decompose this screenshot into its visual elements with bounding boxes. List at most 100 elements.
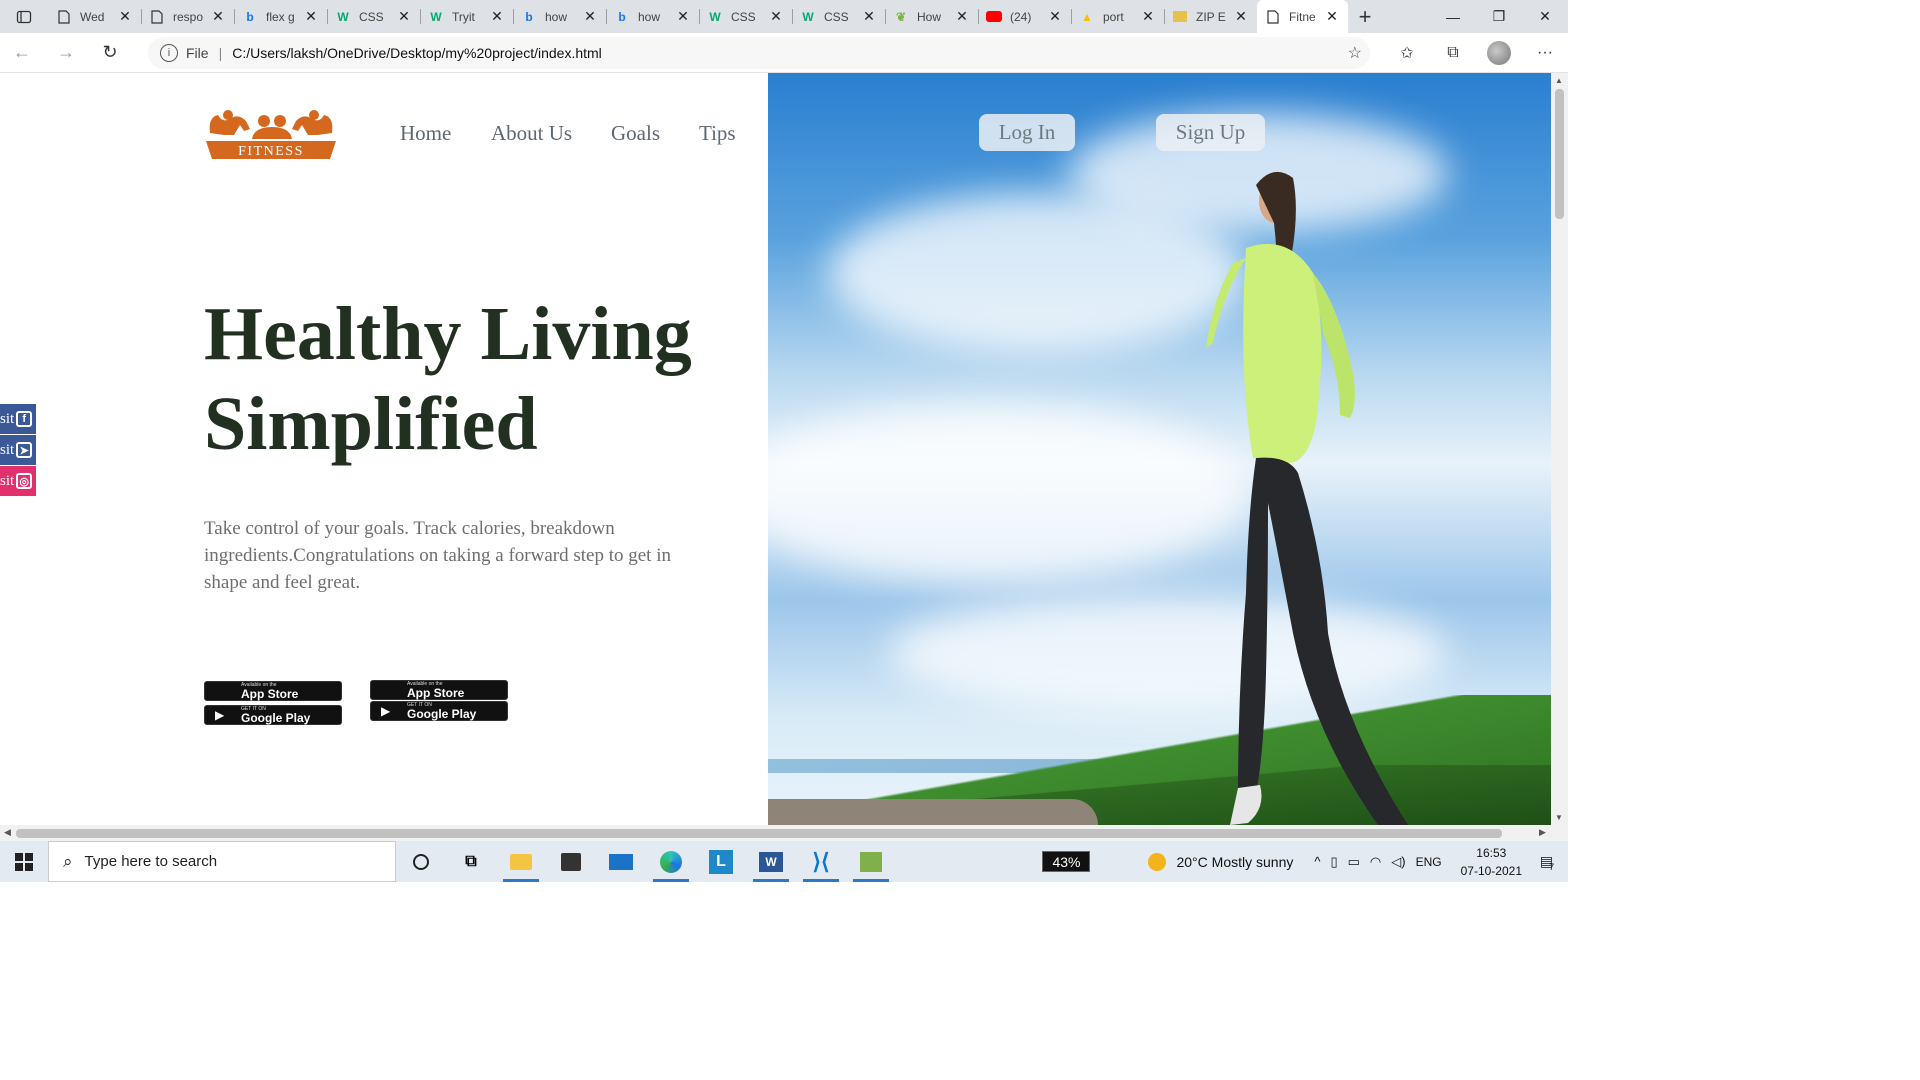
- browser-tab[interactable]: ❦ How ✕: [885, 0, 978, 33]
- scroll-up-icon[interactable]: ▲: [1555, 76, 1563, 85]
- browser-tab[interactable]: (24) ✕: [978, 0, 1071, 33]
- collections-button[interactable]: ⧉: [1430, 33, 1476, 73]
- browser-tab[interactable]: W Tryit ✕: [420, 0, 513, 33]
- notification-count: 7: [1549, 861, 1555, 872]
- social-link-facebook[interactable]: sit f: [0, 404, 36, 434]
- site-info-icon[interactable]: i: [160, 44, 178, 62]
- favorites-button[interactable]: ✩: [1384, 33, 1430, 73]
- close-tab-icon[interactable]: ✕: [1233, 8, 1249, 25]
- scroll-left-icon[interactable]: ◀: [4, 827, 11, 838]
- browser-tab[interactable]: ▲ port ✕: [1071, 0, 1164, 33]
- mail-button[interactable]: [596, 841, 646, 882]
- close-tab-icon[interactable]: ✕: [210, 8, 226, 25]
- back-button[interactable]: ←: [0, 33, 44, 73]
- scheme-label: File: [186, 45, 209, 61]
- browser-tab[interactable]: ZIP E ✕: [1164, 0, 1257, 33]
- task-view-button[interactable]: ⧉: [446, 841, 496, 882]
- app-l-icon: L: [709, 849, 733, 874]
- browser-tab[interactable]: b flex g ✕: [234, 0, 327, 33]
- scroll-right-icon[interactable]: ▶: [1539, 827, 1546, 838]
- facebook-icon: f: [16, 411, 33, 427]
- nav-home[interactable]: Home: [400, 121, 451, 146]
- store-icon: [561, 852, 581, 871]
- browser-tab[interactable]: b how ✕: [606, 0, 699, 33]
- cortana-button[interactable]: [396, 841, 446, 882]
- close-tab-icon[interactable]: ✕: [489, 8, 505, 25]
- social-link-telegram[interactable]: sit ➤: [0, 435, 36, 465]
- refresh-button[interactable]: ↻: [88, 33, 132, 73]
- new-tab-button[interactable]: +: [1348, 0, 1382, 33]
- google-play-badge[interactable]: ▶ GET IT ON Google Play: [370, 701, 508, 721]
- address-bar[interactable]: i File | C:/Users/laksh/OneDrive/Desktop…: [148, 37, 1370, 69]
- close-tab-icon[interactable]: ✕: [1047, 8, 1063, 25]
- browser-tab[interactable]: b how ✕: [513, 0, 606, 33]
- notifications-button[interactable]: ▤ 7: [1532, 847, 1562, 877]
- google-play-badge[interactable]: ▶ GET IT ON Google Play: [204, 705, 342, 725]
- horizontal-scrollbar[interactable]: ◀ ▶: [0, 825, 1551, 841]
- login-button[interactable]: Log In: [979, 114, 1075, 151]
- clock[interactable]: 16:53 07-10-2021: [1461, 844, 1522, 880]
- close-tab-icon[interactable]: ✕: [303, 8, 319, 25]
- word-button[interactable]: W: [746, 841, 796, 882]
- browser-tab[interactable]: respo ✕: [141, 0, 234, 33]
- taskbar: ⌕ Type here to search ⧉ L W ⟩⟨ 43% 20°C …: [0, 841, 1568, 882]
- taskbar-search[interactable]: ⌕ Type here to search: [48, 841, 396, 882]
- close-tab-icon[interactable]: ✕: [582, 8, 598, 25]
- close-tab-icon[interactable]: ✕: [768, 8, 784, 25]
- nav-goals[interactable]: Goals: [611, 121, 660, 146]
- close-tab-icon[interactable]: ✕: [1140, 8, 1156, 25]
- badge-store-name: Google Play: [407, 706, 477, 721]
- close-tab-icon[interactable]: ✕: [675, 8, 691, 25]
- tab-actions-button[interactable]: [0, 0, 48, 33]
- forward-button[interactable]: →: [44, 33, 88, 73]
- play-icon: ▶: [215, 708, 225, 722]
- volume-icon[interactable]: ◁): [1391, 854, 1405, 870]
- settings-menu-button[interactable]: ···: [1522, 33, 1568, 73]
- browser-tab[interactable]: Fitne ✕: [1257, 0, 1348, 33]
- fitness-logo[interactable]: FITNESS: [204, 105, 338, 161]
- nav-about-us[interactable]: About Us: [491, 121, 572, 146]
- edge-button[interactable]: [646, 841, 696, 882]
- add-favorite-icon[interactable]: ☆: [1348, 43, 1362, 63]
- sketch-app-button[interactable]: [846, 841, 896, 882]
- battery-meter[interactable]: 43%: [1042, 851, 1091, 872]
- start-button[interactable]: [0, 841, 48, 882]
- scroll-down-icon[interactable]: ▼: [1555, 813, 1563, 822]
- close-tab-icon[interactable]: ✕: [117, 8, 133, 25]
- restore-button[interactable]: ❐: [1476, 0, 1522, 33]
- close-tab-icon[interactable]: ✕: [1324, 8, 1340, 25]
- file-explorer-button[interactable]: [496, 841, 546, 882]
- tab-title: respo: [173, 9, 204, 24]
- vscode-button[interactable]: ⟩⟨: [796, 841, 846, 882]
- social-link-instagram[interactable]: sit ◎: [0, 466, 36, 496]
- battery-icon[interactable]: ▭: [1348, 854, 1360, 870]
- close-tab-icon[interactable]: ✕: [954, 8, 970, 25]
- close-window-button[interactable]: ✕: [1522, 0, 1568, 33]
- horizontal-scroll-thumb[interactable]: [16, 829, 1502, 838]
- language-indicator[interactable]: ENG: [1416, 855, 1442, 869]
- browser-tab[interactable]: W CSS ✕: [792, 0, 885, 33]
- signup-button[interactable]: Sign Up: [1156, 114, 1265, 151]
- show-hidden-icons[interactable]: ^: [1314, 854, 1320, 869]
- mail-icon: [609, 853, 633, 870]
- browser-tab[interactable]: Wed ✕: [48, 0, 141, 33]
- nav-tips[interactable]: Tips: [699, 121, 736, 146]
- weather-widget[interactable]: 20°C Mostly sunny: [1148, 852, 1293, 871]
- app-store-badge[interactable]: Available on the App Store: [370, 680, 508, 700]
- sunny-icon: [1148, 852, 1167, 871]
- wifi-icon[interactable]: ◠: [1370, 854, 1381, 870]
- close-tab-icon[interactable]: ✕: [861, 8, 877, 25]
- store-button[interactable]: [546, 841, 596, 882]
- app-l-button[interactable]: L: [696, 841, 746, 882]
- url-text[interactable]: C:/Users/laksh/OneDrive/Desktop/my%20pro…: [232, 45, 602, 61]
- vertical-scrollbar[interactable]: ▲ ▼: [1551, 73, 1568, 825]
- device-icon[interactable]: ▯: [1330, 854, 1337, 870]
- app-store-badge[interactable]: Available on the App Store: [204, 681, 342, 701]
- minimize-button[interactable]: —: [1430, 0, 1476, 33]
- profile-avatar[interactable]: [1487, 41, 1511, 65]
- badge-store-name: Google Play: [241, 710, 311, 725]
- browser-tab[interactable]: W CSS ✕: [699, 0, 792, 33]
- close-tab-icon[interactable]: ✕: [396, 8, 412, 25]
- vertical-scroll-thumb[interactable]: [1555, 89, 1564, 219]
- browser-tab[interactable]: W CSS ✕: [327, 0, 420, 33]
